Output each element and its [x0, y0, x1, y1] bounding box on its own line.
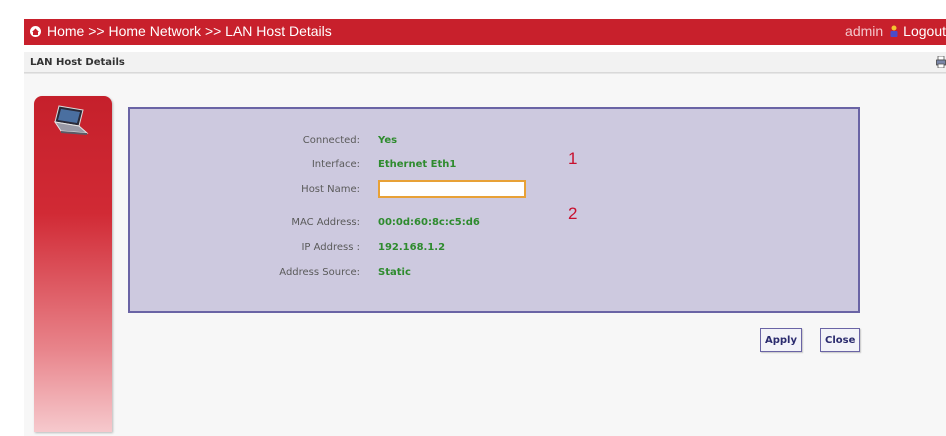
- header-bar: Home >> Home Network >> LAN Host Details…: [24, 19, 946, 45]
- address-source-value: Static: [378, 267, 411, 278]
- breadcrumb: Home >> Home Network >> LAN Host Details: [30, 23, 332, 39]
- user-area: admin Logout: [845, 23, 946, 39]
- main-content: Connected: Yes Interface: Ethernet Eth1 …: [24, 73, 946, 436]
- page-title: LAN Host Details: [30, 57, 125, 68]
- device-side-panel: [34, 96, 112, 432]
- lan-host-details-panel: Connected: Yes Interface: Ethernet Eth1 …: [128, 107, 860, 313]
- connected-label: Connected:: [302, 135, 360, 146]
- mac-address-label: MAC Address:: [291, 217, 360, 228]
- host-name-input[interactable]: [378, 180, 526, 198]
- print-icon[interactable]: [936, 56, 946, 68]
- interface-label: Interface:: [311, 159, 360, 170]
- annotation-marker-1: 1: [568, 149, 578, 168]
- breadcrumb-text[interactable]: Home >> Home Network >> LAN Host Details: [47, 23, 332, 39]
- mac-address-value: 00:0d:60:8c:c5:d6: [378, 217, 480, 228]
- logout-link[interactable]: Logout: [903, 23, 946, 39]
- ip-address-label: IP Address :: [301, 242, 360, 253]
- connected-value: Yes: [378, 135, 398, 146]
- apply-button[interactable]: Apply: [760, 328, 803, 352]
- interface-value: Ethernet Eth1: [378, 159, 457, 170]
- home-icon[interactable]: [30, 25, 41, 37]
- close-button[interactable]: Close: [820, 328, 861, 352]
- host-name-label: Host Name:: [301, 184, 360, 195]
- username: admin: [845, 23, 884, 39]
- annotation-marker-2: 2: [568, 204, 578, 223]
- ip-address-value: 192.168.1.2: [378, 242, 446, 253]
- address-source-label: Address Source:: [279, 267, 360, 278]
- laptop-icon: [53, 105, 89, 135]
- logout-icon[interactable]: [889, 25, 899, 38]
- page-header: LAN Host Details: [24, 52, 946, 73]
